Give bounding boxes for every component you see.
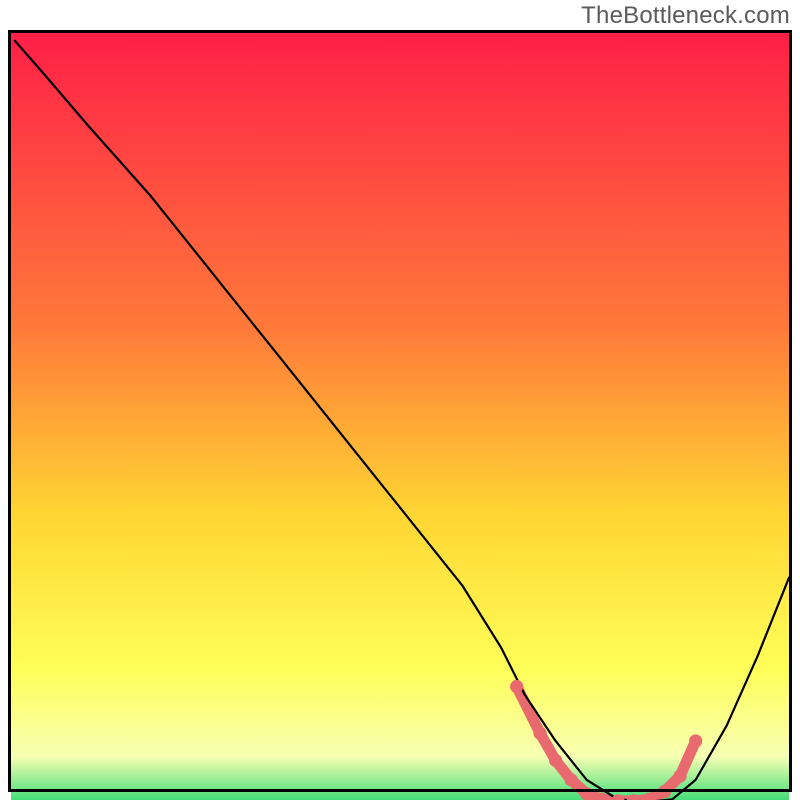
highlight-segment-under bbox=[517, 687, 696, 800]
chart-container: TheBottleneck.com bbox=[0, 0, 800, 800]
highlight-dot bbox=[689, 734, 702, 747]
curve-layer bbox=[11, 33, 789, 800]
highlight-dot bbox=[673, 769, 686, 782]
bottleneck-curve bbox=[15, 41, 789, 800]
highlight-dot bbox=[580, 787, 593, 800]
highlight-dot bbox=[510, 680, 523, 693]
highlight-dot bbox=[658, 785, 671, 798]
plot-area bbox=[8, 30, 792, 792]
watermark-text: TheBottleneck.com bbox=[581, 2, 790, 30]
highlight-dot bbox=[549, 754, 562, 767]
highlight-dot bbox=[533, 727, 546, 740]
highlight-dot bbox=[565, 773, 578, 786]
